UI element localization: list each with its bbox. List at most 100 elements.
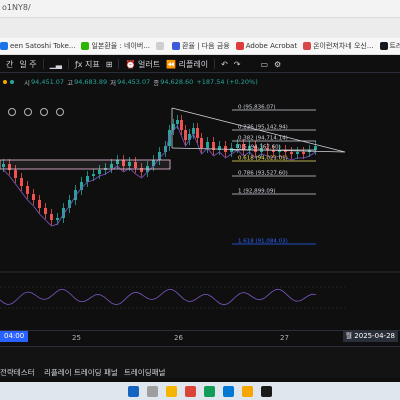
candle-body (184, 130, 187, 140)
high-value: 94,683.89 (74, 78, 108, 86)
candle-body (14, 170, 17, 178)
indicators-icon: ƒx (74, 59, 86, 69)
os-taskbar (0, 382, 400, 400)
time-axis-label: 25 (72, 334, 81, 342)
app-icon[interactable] (204, 385, 215, 397)
candle-body (192, 128, 195, 134)
app-icon[interactable] (242, 385, 253, 397)
fib-level-label: 0.618 (94,021.01) (238, 156, 288, 162)
cursor-time-badge: 04:00 (0, 331, 29, 342)
fib-level-label: 1.618 (91,084.03) (238, 239, 288, 245)
bookmark-7[interactable]: 트레이딩뷰 - 모든... (379, 41, 400, 51)
symbol-dot-icon (3, 80, 7, 84)
bookmark-label: 일본환율 : 네이버... (91, 42, 151, 50)
divider (214, 59, 216, 69)
chart-toolbar: 간 일 주 ▁▃ ƒx 지표 ⊞ ⏰ 얼러트 ⏪ 리플레이 ↶ ↷ ▭ ⚙ (0, 56, 400, 73)
tradingview-icon[interactable] (261, 385, 272, 397)
layout-icon[interactable]: ▭ (260, 60, 268, 69)
time-axis[interactable]: 25 26 27 (0, 330, 400, 344)
indicators-button[interactable]: ƒx 지표 (75, 59, 100, 70)
tab-replay-trading-panel[interactable]: 리플레이 트레이딩 패널 (44, 367, 118, 378)
chart-type-icon[interactable]: ▁▃ (50, 60, 62, 69)
interval-button[interactable]: 간 (6, 59, 13, 70)
candle-body (168, 130, 171, 146)
alarm-clock-icon: ⏰ (125, 59, 138, 69)
candle-body (314, 146, 317, 150)
candle-body (206, 142, 209, 148)
adobe-icon (235, 42, 244, 50)
fibonacci-retracement[interactable]: 0 (95,836.07) 0.236 (95,142.94) 0.382 (94,… (232, 105, 316, 245)
fib-level-label: 0.382 (94,714.14) (238, 136, 288, 142)
price-chart[interactable]: 0 (95,836.07) 0.236 (95,142.94) 0.382 (94,… (0, 90, 400, 330)
file-explorer-icon[interactable] (166, 385, 177, 397)
bookmark-1[interactable]: een Satoshi Toke... (0, 42, 75, 50)
candle-body (26, 186, 29, 194)
replay-button[interactable]: ⏪ 리플레이 (166, 59, 208, 70)
candle-body (98, 170, 101, 174)
address-bar[interactable]: o1NY8/ (0, 0, 400, 18)
replay-label: 리플레이 (178, 59, 209, 69)
redo-icon[interactable]: ↷ (234, 60, 241, 69)
candle-body (50, 214, 53, 220)
candle-body (38, 200, 41, 208)
settings-icon[interactable]: ⚙ (274, 60, 281, 69)
bookmark-label: 트레이딩뷰 - 모든... (389, 42, 400, 50)
candle-body (176, 120, 179, 124)
time-axis-label: 27 (280, 334, 289, 342)
highlight-zone (0, 159, 171, 170)
rsi-line (0, 288, 317, 306)
cursor-date-badge: 월 2025-04-28 (342, 331, 398, 342)
candle-body (20, 178, 23, 186)
low-label: 저 (110, 79, 117, 87)
tab-strategy-tester[interactable]: 전략테스터 (0, 367, 35, 378)
rsi-pane (0, 271, 400, 309)
bookmark-2[interactable]: 일본환율 : 네이버... (81, 41, 150, 51)
alert-button[interactable]: ⏰ 얼러트 (125, 59, 160, 70)
undo-icon[interactable]: ↶ (221, 60, 228, 69)
bookmark-label: een Satoshi Toke... (10, 42, 76, 50)
candle-body (32, 194, 35, 200)
bookmark-label: 온이런저차네 오신... (313, 42, 374, 50)
edge-icon[interactable] (223, 385, 234, 397)
replay-icon: ⏪ (166, 59, 179, 69)
fib-level-label: 0.236 (95,142.94) (238, 125, 288, 131)
indicators-label: 지표 (85, 59, 100, 69)
bookmark-5[interactable]: Adobe Acrobat (235, 42, 298, 50)
open-value: 94,451.07 (30, 78, 65, 86)
bookmark-3[interactable] (156, 42, 166, 50)
change-value: +187.54 (+0.20%) (196, 78, 258, 86)
screen: o1NY8/ een Satoshi Toke... 일본환율 : 네이버...… (0, 0, 400, 400)
high-label: 고 (67, 79, 74, 87)
ohlc-legend: 시 94,451.07 고 94,683.89 저 94,453.07 종 94,628… (0, 76, 400, 88)
bookmark-icon (0, 42, 8, 50)
start-icon[interactable] (128, 385, 139, 397)
close-label: 종 (153, 79, 160, 87)
search-icon[interactable] (147, 385, 158, 397)
tab-trading-panel[interactable]: 트레이딩패널 (124, 367, 165, 378)
chrome-icon[interactable] (185, 385, 196, 397)
candle-body (86, 176, 89, 182)
bookmark-icon (172, 42, 181, 50)
bookmark-4[interactable]: 환율 | 다음 금융 (172, 41, 230, 51)
divider (42, 59, 44, 69)
bookmark-icon (156, 42, 165, 50)
candle-body (302, 152, 305, 154)
candle-body (196, 128, 199, 138)
time-axis-label: 26 (174, 334, 183, 342)
candle-body (56, 218, 59, 220)
divider (118, 59, 120, 69)
bookmark-label: Adobe Acrobat (245, 42, 298, 50)
candle-body (92, 174, 95, 176)
fib-level-label: 1 (92,899.09) (238, 189, 276, 195)
close-value: 94,628.60 (160, 78, 194, 86)
bottom-panel-tabs: 전략테스터 리플레이 트레이딩 패널 트레이딩패널 (0, 346, 400, 378)
bookmark-6[interactable]: 온이런저차네 오신... (303, 41, 374, 51)
candle-body (180, 120, 183, 130)
week-button[interactable]: 일 주 (19, 59, 36, 70)
fib-level-label: 0.786 (93,527.60) (238, 171, 288, 177)
url-text: o1NY8/ (2, 3, 31, 12)
bookmark-icon (303, 42, 312, 50)
bookmark-label: 환율 | 다음 금융 (182, 42, 230, 50)
layout-grid-icon[interactable]: ⊞ (106, 60, 113, 69)
candle-body (44, 208, 47, 214)
